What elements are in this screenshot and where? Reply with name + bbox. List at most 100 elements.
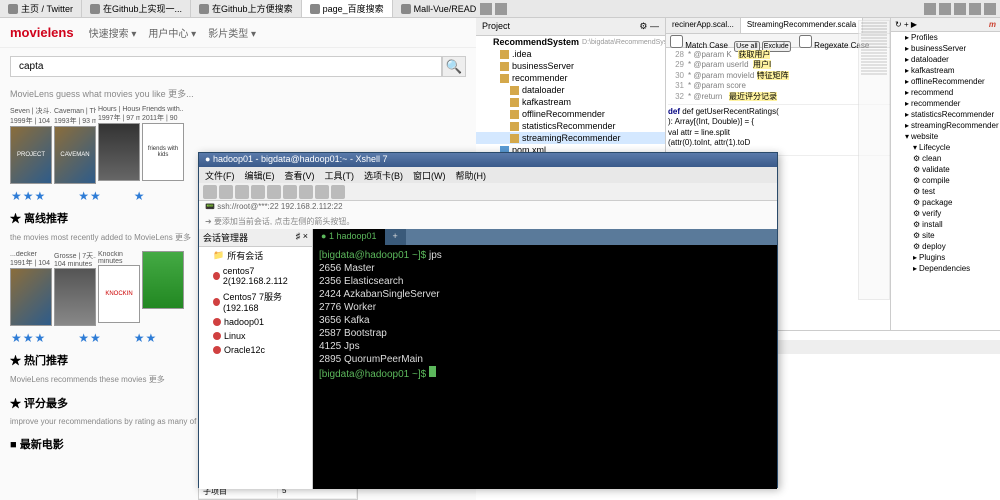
movie-card[interactable]: Hours | House... | The Q...1997年 | 97 mi… — [98, 106, 140, 184]
session-item[interactable]: Linux — [199, 329, 312, 343]
maven-lifecycle[interactable]: ▾ Lifecycle — [891, 142, 1000, 153]
movie-card[interactable]: Grosse | 7天...104 minutes — [54, 251, 96, 326]
maven-module[interactable]: ▸ offlineRecommender — [891, 76, 1000, 87]
session-item[interactable]: Centos7 7服务 (192.168 — [199, 288, 312, 315]
debug-icon[interactable] — [954, 3, 966, 15]
movie-card[interactable]: Seven | 决斗... | Seven S...1999年 | 104 mi… — [10, 106, 52, 184]
menu-help[interactable]: 帮助(H) — [456, 169, 487, 181]
open-icon[interactable] — [219, 185, 233, 199]
tree-item[interactable]: offlineRecommender — [476, 108, 665, 120]
session-item[interactable]: hadoop01 — [199, 315, 312, 329]
window-title[interactable]: ● hadoop01 - bigdata@hadoop01:~ - Xshell… — [199, 153, 777, 167]
menu-window[interactable]: 窗口(W) — [413, 169, 446, 181]
maven-module[interactable]: ▸ streamingRecommender — [891, 120, 1000, 131]
close-icon[interactable]: ♯ × — [296, 231, 308, 244]
properties-icon[interactable] — [299, 185, 313, 199]
tree-item[interactable]: kafkastream — [476, 96, 665, 108]
font-icon[interactable] — [331, 185, 345, 199]
rating-stars[interactable]: ★★★ — [10, 330, 47, 346]
maven-goal[interactable]: ⚙ compile — [891, 175, 1000, 186]
tree-item[interactable]: recommender — [476, 72, 665, 84]
tree-item[interactable]: statisticsRecommender — [476, 120, 665, 132]
session-icon — [213, 318, 221, 326]
project-header: Project ⚙ — — [476, 18, 665, 36]
paste-icon[interactable] — [267, 185, 281, 199]
settings-icon[interactable] — [984, 3, 996, 15]
maven-plugins[interactable]: ▸ Plugins — [891, 252, 1000, 263]
editor-minimap[interactable] — [858, 20, 890, 300]
maven-goal[interactable]: ⚙ test — [891, 186, 1000, 197]
movie-card[interactable]: ...decker1991年 | 104 minutes — [10, 251, 52, 326]
refresh-icon[interactable]: ↻ — [895, 20, 902, 29]
terminal-tab-active[interactable]: ● 1 hadoop01 — [313, 229, 385, 245]
session-item[interactable]: Oracle12c — [199, 343, 312, 357]
movie-card[interactable]: Friends with...2011年 | 90friends with ki… — [142, 106, 184, 184]
editor-tab[interactable]: recinerApp.scal... — [666, 18, 741, 33]
maven-goal[interactable]: ⚙ install — [891, 219, 1000, 230]
run-icon[interactable] — [939, 3, 951, 15]
search-input[interactable] — [10, 56, 442, 77]
plus-icon[interactable]: + — [904, 20, 909, 29]
color-icon[interactable] — [315, 185, 329, 199]
rating-stars[interactable]: ★★ — [133, 330, 159, 346]
nav-usercenter[interactable]: 用户中心 ▾ — [148, 25, 196, 40]
rating-stars[interactable]: ★★ — [77, 330, 103, 346]
copy-icon[interactable] — [251, 185, 265, 199]
gear-icon[interactable]: ⚙ — — [639, 21, 659, 32]
maven-module[interactable]: ▸ recommend — [891, 87, 1000, 98]
new-tab-button[interactable]: + — [385, 229, 406, 245]
browser-tab[interactable]: 在Github上实现一... — [82, 0, 191, 17]
session-item[interactable]: centos7 2(192.168.2.112 — [199, 264, 312, 288]
forward-icon[interactable] — [495, 3, 507, 15]
maven-goal[interactable]: ⚙ validate — [891, 164, 1000, 175]
maven-goal[interactable]: ⚙ verify — [891, 208, 1000, 219]
maven-module[interactable]: ▸ kafkastream — [891, 65, 1000, 76]
maven-profiles[interactable]: ▸ Profiles — [891, 32, 1000, 43]
maven-goal[interactable]: ⚙ deploy — [891, 241, 1000, 252]
rating-stars[interactable]: ★★ — [77, 188, 103, 204]
run-icon[interactable]: ▶ — [911, 20, 917, 29]
maven-module[interactable]: ▸ businessServer — [891, 43, 1000, 54]
match-case-checkbox[interactable]: Match Case — [670, 41, 728, 50]
browser-tab[interactable]: 在Github上方便搜索 — [191, 0, 302, 17]
menu-tabs[interactable]: 选项卡(B) — [364, 169, 403, 181]
reconnect-icon[interactable] — [235, 185, 249, 199]
editor-tab-active[interactable]: StreamingRecommender.scala — [741, 18, 863, 33]
tree-item-selected[interactable]: streamingRecommender — [476, 132, 665, 144]
rating-stars[interactable]: ★★★ — [10, 188, 47, 204]
find-icon[interactable] — [283, 185, 297, 199]
browser-tab[interactable]: page_百度搜索 — [302, 0, 393, 17]
maven-goal[interactable]: ⚙ clean — [891, 153, 1000, 164]
maven-module[interactable]: ▸ dataloader — [891, 54, 1000, 65]
maven-deps[interactable]: ▸ Dependencies — [891, 263, 1000, 274]
terminal-output[interactable]: [bigdata@hadoop01 ~]$ jps 2656 Master 23… — [313, 245, 777, 489]
maven-module[interactable]: ▸ statisticsRecommender — [891, 109, 1000, 120]
maven-goal[interactable]: ⚙ site — [891, 230, 1000, 241]
movie-card[interactable] — [142, 251, 184, 326]
tree-root[interactable]: RecommendSystem D:\bigdata\RecommendSyst… — [476, 36, 665, 48]
maven-goal[interactable]: ⚙ package — [891, 197, 1000, 208]
nav-genres[interactable]: 影片类型 ▾ — [208, 25, 256, 40]
rating-stars[interactable]: ★ — [133, 188, 147, 204]
menu-view[interactable]: 查看(V) — [285, 169, 315, 181]
new-session-icon[interactable] — [203, 185, 217, 199]
menu-edit[interactable]: 编辑(E) — [245, 169, 275, 181]
tree-item[interactable]: .idea — [476, 48, 665, 60]
back-icon[interactable] — [480, 3, 492, 15]
stop-icon[interactable] — [969, 3, 981, 15]
movie-card[interactable]: KnockinminutesKNOCKIN — [98, 251, 140, 326]
tree-item[interactable]: businessServer — [476, 60, 665, 72]
movie-card[interactable]: Caveman | The Caveman的...1993年 | 93 minu… — [54, 106, 96, 184]
session-folder[interactable]: 📁 所有会话 — [199, 247, 312, 264]
tree-item[interactable]: dataloader — [476, 84, 665, 96]
nav-quicksearch[interactable]: 快速搜索 ▾ — [89, 25, 137, 40]
browser-tab[interactable]: 主页 / Twitter — [0, 0, 82, 17]
maven-module[interactable]: ▾ website — [891, 131, 1000, 142]
menu-tools[interactable]: 工具(T) — [325, 169, 355, 181]
build-icon[interactable] — [924, 3, 936, 15]
address-bar[interactable]: 📟 ssh://root@***:22 192.168.2.112:22 — [199, 201, 777, 215]
search-button[interactable]: 🔍 — [442, 56, 466, 77]
menu-file[interactable]: 文件(F) — [205, 169, 235, 181]
maven-module[interactable]: ▸ recommender — [891, 98, 1000, 109]
movielens-logo[interactable]: movielens — [10, 25, 74, 40]
